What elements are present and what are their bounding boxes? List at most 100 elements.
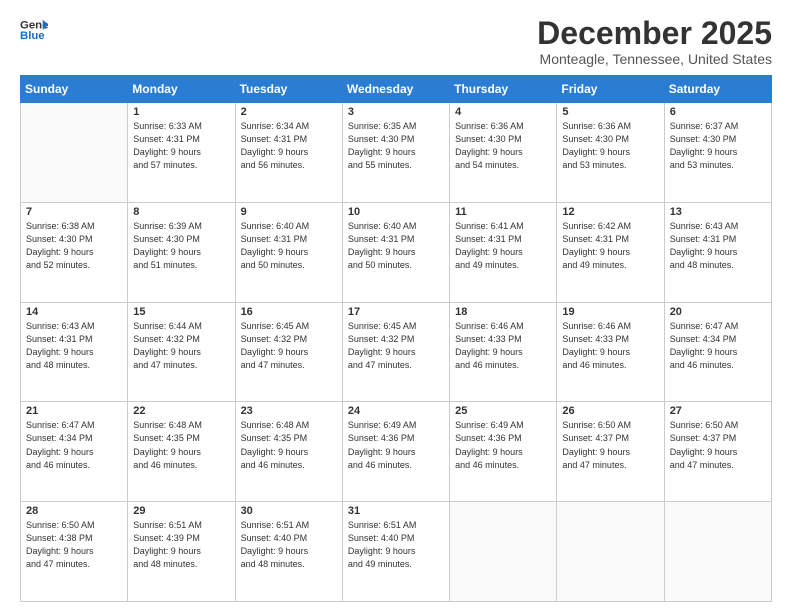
day-number: 13 bbox=[670, 206, 766, 218]
calendar-cell: 17 Sunrise: 6:45 AMSunset: 4:32 PMDayligh… bbox=[342, 302, 449, 402]
day-number: 12 bbox=[562, 206, 658, 218]
calendar-cell bbox=[450, 502, 557, 602]
day-info: Sunrise: 6:35 AMSunset: 4:30 PMDaylight:… bbox=[348, 120, 444, 172]
calendar-week-4: 21 Sunrise: 6:47 AMSunset: 4:34 PMDayligh… bbox=[21, 402, 772, 502]
day-info: Sunrise: 6:41 AMSunset: 4:31 PMDaylight:… bbox=[455, 220, 551, 272]
day-info: Sunrise: 6:36 AMSunset: 4:30 PMDaylight:… bbox=[562, 120, 658, 172]
calendar-cell: 5 Sunrise: 6:36 AMSunset: 4:30 PMDaylight… bbox=[557, 103, 664, 203]
logo-icon: General Blue bbox=[20, 16, 48, 44]
day-number: 16 bbox=[241, 306, 337, 318]
calendar-cell: 27 Sunrise: 6:50 AMSunset: 4:37 PMDayligh… bbox=[664, 402, 771, 502]
calendar-cell: 26 Sunrise: 6:50 AMSunset: 4:37 PMDayligh… bbox=[557, 402, 664, 502]
day-info: Sunrise: 6:44 AMSunset: 4:32 PMDaylight:… bbox=[133, 320, 229, 372]
calendar-cell: 8 Sunrise: 6:39 AMSunset: 4:30 PMDaylight… bbox=[128, 202, 235, 302]
calendar-cell: 3Sunrise: 6:35 AMSunset: 4:30 PMDaylight… bbox=[342, 103, 449, 203]
day-number: 15 bbox=[133, 306, 229, 318]
weekday-header-friday: Friday bbox=[557, 76, 664, 103]
day-info: Sunrise: 6:39 AMSunset: 4:30 PMDaylight:… bbox=[133, 220, 229, 272]
day-info: Sunrise: 6:49 AMSunset: 4:36 PMDaylight:… bbox=[348, 419, 444, 471]
day-info: Sunrise: 6:40 AMSunset: 4:31 PMDaylight:… bbox=[241, 220, 337, 272]
calendar-cell: 1 Sunrise: 6:33 AMSunset: 4:31 PMDaylight… bbox=[128, 103, 235, 203]
calendar-table: SundayMondayTuesdayWednesdayThursdayFrid… bbox=[20, 75, 772, 602]
calendar-cell: 18 Sunrise: 6:46 AMSunset: 4:33 PMDayligh… bbox=[450, 302, 557, 402]
day-number: 19 bbox=[562, 306, 658, 318]
day-number: 9 bbox=[241, 206, 337, 218]
day-number: 17 bbox=[348, 306, 444, 318]
day-info: Sunrise: 6:34 AMSunset: 4:31 PMDaylight:… bbox=[241, 120, 337, 172]
day-info: Sunrise: 6:33 AMSunset: 4:31 PMDaylight:… bbox=[133, 120, 229, 172]
page: General Blue December 2025 Monteagle, Te… bbox=[0, 0, 792, 612]
day-number: 26 bbox=[562, 405, 658, 417]
day-number: 1 bbox=[133, 106, 229, 118]
calendar-cell: 24 Sunrise: 6:49 AMSunset: 4:36 PMDayligh… bbox=[342, 402, 449, 502]
day-number: 29 bbox=[133, 505, 229, 517]
day-info: Sunrise: 6:46 AMSunset: 4:33 PMDaylight:… bbox=[562, 320, 658, 372]
day-info: Sunrise: 6:43 AMSunset: 4:31 PMDaylight:… bbox=[26, 320, 122, 372]
calendar-cell: 11 Sunrise: 6:41 AMSunset: 4:31 PMDayligh… bbox=[450, 202, 557, 302]
weekday-header-tuesday: Tuesday bbox=[235, 76, 342, 103]
day-number: 18 bbox=[455, 306, 551, 318]
day-number: 8 bbox=[133, 206, 229, 218]
day-number: 22 bbox=[133, 405, 229, 417]
day-info: Sunrise: 6:40 AMSunset: 4:31 PMDaylight:… bbox=[348, 220, 444, 272]
header: General Blue December 2025 Monteagle, Te… bbox=[20, 16, 772, 67]
calendar-cell: 25Sunrise: 6:49 AMSunset: 4:36 PMDayligh… bbox=[450, 402, 557, 502]
day-info: Sunrise: 6:45 AMSunset: 4:32 PMDaylight:… bbox=[348, 320, 444, 372]
calendar-cell bbox=[664, 502, 771, 602]
calendar-cell: 22 Sunrise: 6:48 AMSunset: 4:35 PMDayligh… bbox=[128, 402, 235, 502]
calendar-cell: 28 Sunrise: 6:50 AMSunset: 4:38 PMDayligh… bbox=[21, 502, 128, 602]
calendar-cell: 4Sunrise: 6:36 AMSunset: 4:30 PMDaylight… bbox=[450, 103, 557, 203]
day-info: Sunrise: 6:38 AMSunset: 4:30 PMDaylight:… bbox=[26, 220, 122, 272]
day-info: Sunrise: 6:47 AMSunset: 4:34 PMDaylight:… bbox=[26, 419, 122, 471]
weekday-header-saturday: Saturday bbox=[664, 76, 771, 103]
calendar-week-3: 14Sunrise: 6:43 AMSunset: 4:31 PMDayligh… bbox=[21, 302, 772, 402]
day-number: 23 bbox=[241, 405, 337, 417]
day-info: Sunrise: 6:46 AMSunset: 4:33 PMDaylight:… bbox=[455, 320, 551, 372]
day-info: Sunrise: 6:50 AMSunset: 4:37 PMDaylight:… bbox=[670, 419, 766, 471]
day-number: 28 bbox=[26, 505, 122, 517]
weekday-header-sunday: Sunday bbox=[21, 76, 128, 103]
weekday-header-thursday: Thursday bbox=[450, 76, 557, 103]
day-number: 5 bbox=[562, 106, 658, 118]
day-number: 21 bbox=[26, 405, 122, 417]
day-number: 6 bbox=[670, 106, 766, 118]
day-info: Sunrise: 6:50 AMSunset: 4:38 PMDaylight:… bbox=[26, 519, 122, 571]
day-info: Sunrise: 6:48 AMSunset: 4:35 PMDaylight:… bbox=[133, 419, 229, 471]
day-info: Sunrise: 6:42 AMSunset: 4:31 PMDaylight:… bbox=[562, 220, 658, 272]
calendar-cell: 29 Sunrise: 6:51 AMSunset: 4:39 PMDayligh… bbox=[128, 502, 235, 602]
calendar-cell: 2 Sunrise: 6:34 AMSunset: 4:31 PMDaylight… bbox=[235, 103, 342, 203]
day-number: 2 bbox=[241, 106, 337, 118]
day-info: Sunrise: 6:50 AMSunset: 4:37 PMDaylight:… bbox=[562, 419, 658, 471]
day-number: 10 bbox=[348, 206, 444, 218]
calendar-cell: 9 Sunrise: 6:40 AMSunset: 4:31 PMDaylight… bbox=[235, 202, 342, 302]
calendar-cell: 31 Sunrise: 6:51 AMSunset: 4:40 PMDayligh… bbox=[342, 502, 449, 602]
calendar-week-5: 28 Sunrise: 6:50 AMSunset: 4:38 PMDayligh… bbox=[21, 502, 772, 602]
day-info: Sunrise: 6:51 AMSunset: 4:40 PMDaylight:… bbox=[348, 519, 444, 571]
day-number: 25 bbox=[455, 405, 551, 417]
title-area: December 2025 Monteagle, Tennessee, Unit… bbox=[537, 16, 772, 67]
day-info: Sunrise: 6:48 AMSunset: 4:35 PMDaylight:… bbox=[241, 419, 337, 471]
day-number: 20 bbox=[670, 306, 766, 318]
weekday-header-wednesday: Wednesday bbox=[342, 76, 449, 103]
calendar-cell: 15 Sunrise: 6:44 AMSunset: 4:32 PMDayligh… bbox=[128, 302, 235, 402]
day-number: 31 bbox=[348, 505, 444, 517]
calendar-cell: 20 Sunrise: 6:47 AMSunset: 4:34 PMDayligh… bbox=[664, 302, 771, 402]
calendar-week-2: 7 Sunrise: 6:38 AMSunset: 4:30 PMDaylight… bbox=[21, 202, 772, 302]
day-number: 7 bbox=[26, 206, 122, 218]
day-info: Sunrise: 6:51 AMSunset: 4:39 PMDaylight:… bbox=[133, 519, 229, 571]
calendar-week-1: 1 Sunrise: 6:33 AMSunset: 4:31 PMDaylight… bbox=[21, 103, 772, 203]
calendar-cell: 10 Sunrise: 6:40 AMSunset: 4:31 PMDayligh… bbox=[342, 202, 449, 302]
subtitle: Monteagle, Tennessee, United States bbox=[537, 51, 772, 67]
calendar-cell: 12 Sunrise: 6:42 AMSunset: 4:31 PMDayligh… bbox=[557, 202, 664, 302]
day-number: 24 bbox=[348, 405, 444, 417]
day-info: Sunrise: 6:47 AMSunset: 4:34 PMDaylight:… bbox=[670, 320, 766, 372]
logo: General Blue bbox=[20, 16, 48, 44]
calendar-cell: 30Sunrise: 6:51 AMSunset: 4:40 PMDayligh… bbox=[235, 502, 342, 602]
day-number: 4 bbox=[455, 106, 551, 118]
day-info: Sunrise: 6:43 AMSunset: 4:31 PMDaylight:… bbox=[670, 220, 766, 272]
day-number: 11 bbox=[455, 206, 551, 218]
weekday-header-monday: Monday bbox=[128, 76, 235, 103]
day-info: Sunrise: 6:45 AMSunset: 4:32 PMDaylight:… bbox=[241, 320, 337, 372]
weekday-header-row: SundayMondayTuesdayWednesdayThursdayFrid… bbox=[21, 76, 772, 103]
day-number: 27 bbox=[670, 405, 766, 417]
